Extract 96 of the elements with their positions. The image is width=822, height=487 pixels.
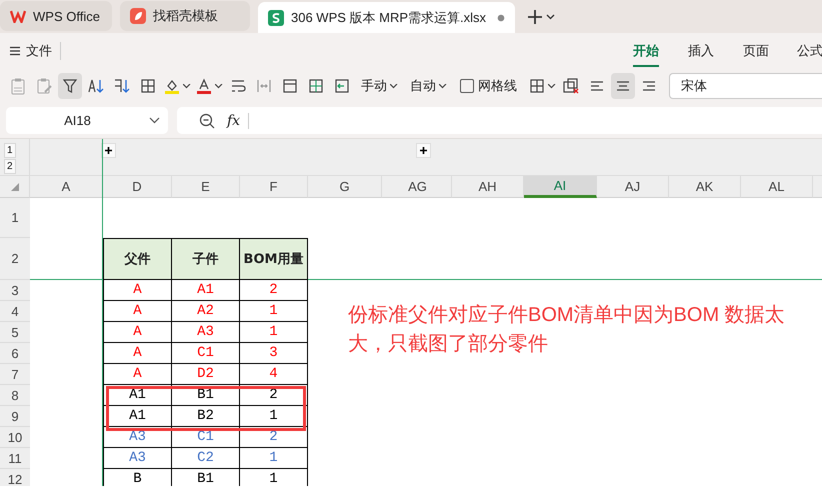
gridlines-checkbox[interactable]	[460, 79, 474, 93]
plus-icon	[105, 147, 112, 154]
table-cell: C1	[172, 427, 240, 448]
name-box[interactable]: AI18	[6, 107, 168, 134]
clear-icon	[562, 77, 580, 95]
filter-icon	[61, 77, 79, 95]
leaf-logo-icon	[130, 8, 146, 24]
plus-icon	[420, 147, 427, 154]
font-color-icon	[195, 77, 213, 95]
table-cell: 1	[240, 301, 308, 322]
zoom-icon	[199, 112, 215, 128]
row-column-icon	[281, 77, 299, 95]
table-cell: A3	[172, 322, 240, 343]
chevron-down-icon	[149, 117, 160, 124]
header-cell: 父件	[103, 238, 172, 280]
gridlines-label: 网格线	[478, 77, 517, 95]
table-cell: C1	[172, 343, 240, 364]
table-cell: 2	[240, 427, 308, 448]
table-cell: 1	[240, 448, 308, 469]
table-cell: B1	[172, 385, 240, 406]
table-cell: A1	[172, 280, 240, 301]
table-cell: A3	[103, 427, 172, 448]
outline-level-button[interactable]: 1	[4, 143, 16, 158]
function-label[interactable]: fx	[227, 112, 250, 128]
filter-button[interactable]	[58, 73, 82, 99]
caret-icon	[390, 84, 398, 88]
table-cell: 1	[240, 469, 308, 486]
chevron-down-icon[interactable]	[546, 14, 556, 20]
row-header[interactable]: 3	[0, 280, 30, 301]
paste-values-icon	[9, 77, 27, 95]
merge-cells-icon	[255, 77, 273, 95]
document-tab[interactable]: 306 WPS 版本 MRP需求运算.xlsx	[258, 2, 516, 33]
row-header[interactable]: 8	[0, 385, 30, 406]
table-cell: 2	[240, 385, 308, 406]
header-cell: 子件	[172, 238, 240, 280]
outline-level-button[interactable]: 2	[4, 159, 16, 174]
table-cell: D2	[172, 364, 240, 385]
formula-field[interactable]: fx	[177, 107, 822, 134]
table-cell: A3	[103, 448, 172, 469]
table-cell: A	[103, 343, 172, 364]
table-cell: 1	[240, 322, 308, 343]
row-header[interactable]: 4	[0, 301, 30, 322]
document-tab[interactable]: 找稻壳模板	[120, 1, 250, 31]
table-cell: B2	[172, 406, 240, 427]
row-header[interactable]: 7	[0, 364, 30, 385]
column-width-dropdown[interactable]: 自动	[405, 73, 452, 99]
table-cell: A	[103, 280, 172, 301]
caret-icon	[439, 84, 447, 88]
table-cell: A	[103, 364, 172, 385]
row-height-dropdown[interactable]: 手动	[356, 73, 403, 99]
ribbon-tab[interactable]: 页面	[743, 36, 769, 66]
document-tab[interactable]: WPS Office	[0, 1, 112, 31]
sort-ascending-icon	[87, 77, 105, 95]
menu-icon	[10, 46, 20, 56]
table-cell: 1	[240, 406, 308, 427]
table-cell: C2	[172, 448, 240, 469]
row-header[interactable]: 9	[0, 406, 30, 427]
caret-icon	[183, 84, 191, 88]
table-cell: 2	[240, 280, 308, 301]
caret-icon	[548, 84, 556, 88]
new-tab-icon[interactable]	[527, 9, 544, 25]
table-cell: A	[103, 322, 172, 343]
row-header[interactable]: 6	[0, 343, 30, 364]
table-cell: A2	[172, 301, 240, 322]
row-header[interactable]: 10	[0, 427, 30, 448]
table-cell: B	[103, 469, 172, 486]
table-cell: 3	[240, 343, 308, 364]
table-cell: A1	[103, 385, 172, 406]
paste-format-icon	[35, 77, 53, 95]
wps-logo-icon	[10, 9, 26, 23]
header-cell: BOM用量	[240, 238, 308, 280]
spreadsheet-logo-icon	[268, 10, 284, 26]
table-cell: A1	[103, 406, 172, 427]
row-header[interactable]: 1	[0, 198, 30, 238]
row-header[interactable]: 12	[0, 469, 30, 486]
fill-icon	[307, 77, 325, 95]
annotation-text: 份标准父件对应子件BOM清单中因为BOM 数据太大，只截图了部分零件	[348, 303, 786, 357]
table-cell: B1	[172, 469, 240, 486]
table-cell: A	[103, 301, 172, 322]
borders-icon	[139, 77, 157, 95]
column-header[interactable]: AI	[524, 176, 597, 198]
table-cell: 4	[240, 364, 308, 385]
row-header[interactable]: 2	[0, 238, 30, 280]
row-header[interactable]: 11	[0, 448, 30, 469]
file-menu[interactable]: 文件	[10, 42, 61, 60]
sort-descending-icon	[113, 77, 131, 95]
ribbon-tab[interactable]: 插入	[688, 36, 714, 66]
caret-icon	[215, 84, 223, 88]
row-header[interactable]: 5	[0, 322, 30, 343]
align-center-button[interactable]	[611, 73, 635, 99]
ribbon-tab[interactable]: 开始	[633, 36, 659, 66]
freeze-icon	[333, 77, 351, 95]
expand-group-button[interactable]	[416, 143, 431, 158]
expand-group-button[interactable]	[101, 143, 116, 158]
font-name-field[interactable]: 宋体	[669, 73, 822, 99]
cell-style-icon	[528, 77, 546, 95]
